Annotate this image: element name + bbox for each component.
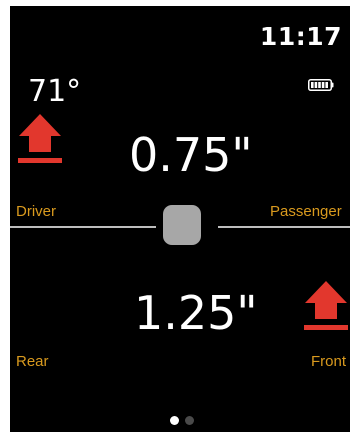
driver-label: Driver xyxy=(16,203,56,220)
watch-screen: 11:17 71° 0.75" Driver Passenger 1.25" R… xyxy=(10,6,350,432)
battery-icon xyxy=(308,79,334,91)
status-time: 11:17 xyxy=(259,22,342,51)
side-to-side-value: 0.75" xyxy=(129,128,253,182)
page-indicator[interactable] xyxy=(170,416,194,425)
temperature-readout: 71° xyxy=(28,74,82,109)
page-dot-2[interactable] xyxy=(185,416,194,425)
level-line-left xyxy=(10,226,156,228)
front-to-back-value: 1.25" xyxy=(134,286,258,340)
front-raise-arrow-icon[interactable] xyxy=(301,279,350,333)
rear-label: Rear xyxy=(16,353,49,370)
level-line-right xyxy=(218,226,350,228)
driver-raise-arrow-icon[interactable] xyxy=(15,112,65,166)
passenger-label: Passenger xyxy=(270,203,342,220)
page-dot-1[interactable] xyxy=(170,416,179,425)
level-bubble xyxy=(163,205,201,245)
front-label: Front xyxy=(311,353,347,370)
